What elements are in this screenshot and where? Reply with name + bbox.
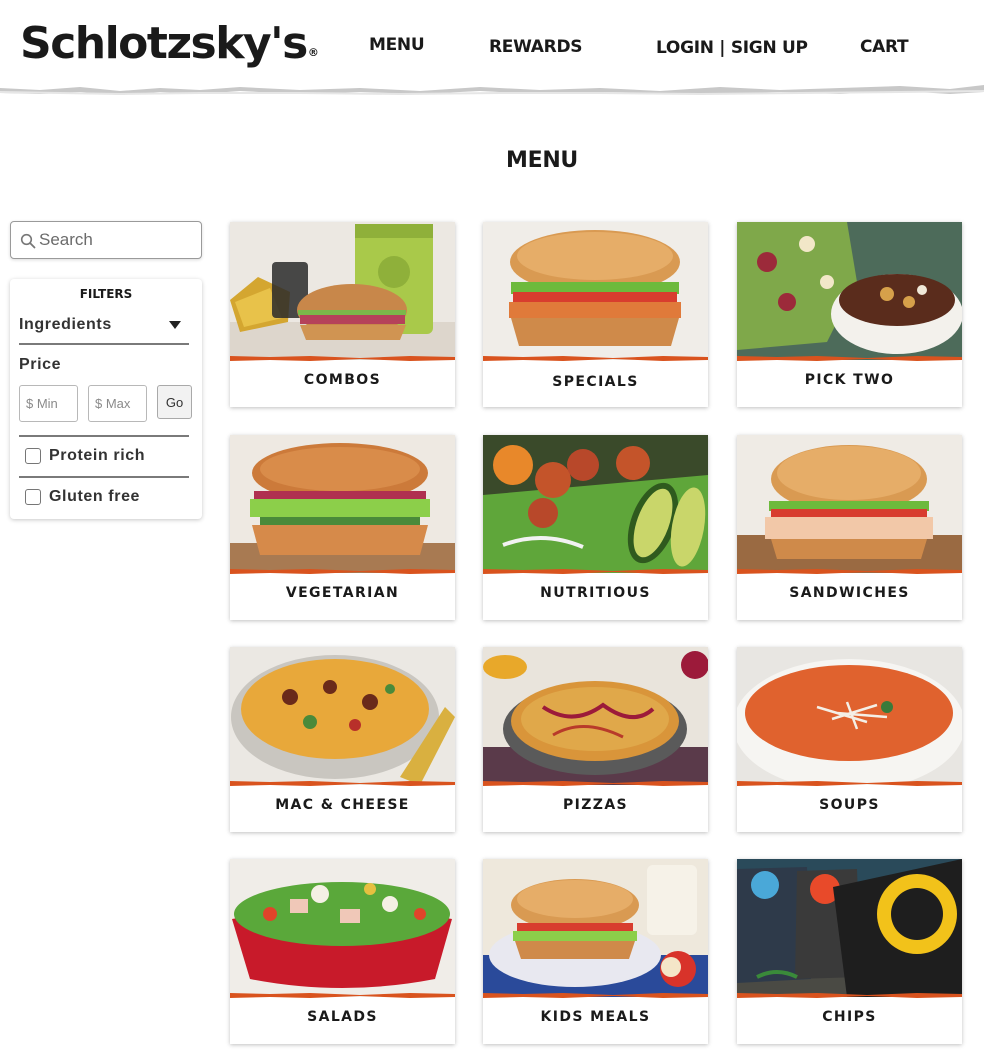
orange-brush-divider	[230, 993, 455, 998]
pizza-photo	[483, 647, 708, 785]
checkbox-label: Gluten free	[49, 488, 141, 505]
category-name: MAC & CHEESE	[275, 797, 410, 813]
caret-down-icon	[169, 321, 181, 329]
orange-brush-divider	[483, 781, 708, 786]
orange-brush-divider	[737, 569, 962, 574]
category-name: KIDS MEALS	[540, 1009, 651, 1025]
checkbox-label: Protein rich	[49, 447, 146, 464]
price-go-button[interactable]: Go	[157, 385, 192, 419]
salad-soup-photo	[737, 222, 962, 360]
nav-rewards[interactable]: REWARDS	[489, 37, 583, 57]
price-max-input[interactable]	[88, 385, 147, 422]
filter-protein-rich[interactable]: Protein rich	[25, 445, 190, 467]
filters-title: FILTERS	[79, 287, 133, 301]
orange-brush-divider	[483, 993, 708, 998]
price-min-input[interactable]	[19, 385, 78, 422]
category-name: SALADS	[307, 1009, 378, 1025]
orange-brush-divider	[230, 356, 455, 361]
shrimp-avocado-photo	[483, 435, 708, 573]
filter-gluten-free[interactable]: Gluten free	[25, 486, 190, 508]
category-card-mac-cheese[interactable]: MAC & CHEESE	[230, 647, 455, 832]
torn-paper-edge	[0, 85, 984, 96]
checkbox[interactable]	[25, 489, 41, 505]
category-name: SPECIALS	[552, 374, 639, 390]
checkbox[interactable]	[25, 448, 41, 464]
category-card-nutritious[interactable]: NUTRITIOUS	[483, 435, 708, 620]
filter-divider	[19, 435, 189, 437]
logo-text: Schlotzsky's	[20, 18, 308, 69]
category-card-kids-meals[interactable]: KIDS MEALS	[483, 859, 708, 1044]
category-name: CHIPS	[822, 1009, 877, 1025]
turkey-sandwich-photo	[737, 435, 962, 573]
category-name: VEGETARIAN	[285, 585, 400, 601]
category-name: NUTRITIOUS	[540, 585, 651, 601]
site-logo[interactable]: Schlotzsky's®	[20, 18, 319, 69]
category-card-chips[interactable]: CHIPS	[737, 859, 962, 1044]
kids-meal-photo	[483, 859, 708, 997]
category-card-pizzas[interactable]: PIZZAS	[483, 647, 708, 832]
orange-brush-divider	[737, 781, 962, 786]
category-card-pick-two[interactable]: PICK TWO	[737, 222, 962, 407]
orange-brush-divider	[737, 993, 962, 998]
category-name: SANDWICHES	[789, 585, 910, 601]
sandwich-photo	[483, 222, 708, 360]
category-name: COMBOS	[303, 372, 382, 388]
orange-brush-divider	[230, 781, 455, 786]
orange-brush-divider	[483, 569, 708, 574]
site-header: Schlotzsky's® MENU REWARDS LOGIN | SIGN …	[0, 0, 984, 100]
category-card-specials[interactable]: SPECIALS	[483, 222, 708, 407]
chips-bag-photo	[737, 859, 962, 997]
search-icon	[20, 233, 36, 249]
filter-divider	[19, 476, 189, 478]
salad-bowl-photo	[230, 859, 455, 997]
nav-login-signup[interactable]: LOGIN | SIGN UP	[656, 38, 808, 58]
category-card-sandwiches[interactable]: SANDWICHES	[737, 435, 962, 620]
nav-menu[interactable]: MENU	[369, 35, 425, 55]
orange-brush-divider	[230, 569, 455, 574]
tomato-soup-photo	[737, 647, 962, 785]
orange-brush-divider	[483, 356, 708, 361]
price-label: Price	[19, 356, 62, 373]
category-card-combos[interactable]: COMBOS	[230, 222, 455, 407]
category-name: PICK TWO	[804, 372, 895, 388]
ingredients-label: Ingredients	[19, 316, 112, 333]
page-title: MENU	[506, 148, 578, 173]
nav-cart[interactable]: CART	[860, 37, 909, 57]
category-card-soups[interactable]: SOUPS	[737, 647, 962, 832]
category-card-salads[interactable]: SALADS	[230, 859, 455, 1044]
category-card-vegetarian[interactable]: VEGETARIAN	[230, 435, 455, 620]
ingredients-dropdown[interactable]: Ingredients	[19, 313, 189, 345]
filters-panel: FILTERS Ingredients Price Go Protein ric…	[10, 279, 202, 519]
search-box[interactable]	[10, 221, 202, 259]
mac-cheese-photo	[230, 647, 455, 785]
category-name: PIZZAS	[562, 797, 629, 813]
sandwich-combo-photo	[230, 222, 455, 360]
category-name: SOUPS	[819, 797, 880, 813]
search-input[interactable]	[39, 228, 194, 252]
vegetarian-sandwich-photo	[230, 435, 455, 573]
logo-registered-mark: ®	[307, 46, 319, 59]
orange-brush-divider	[737, 356, 962, 361]
